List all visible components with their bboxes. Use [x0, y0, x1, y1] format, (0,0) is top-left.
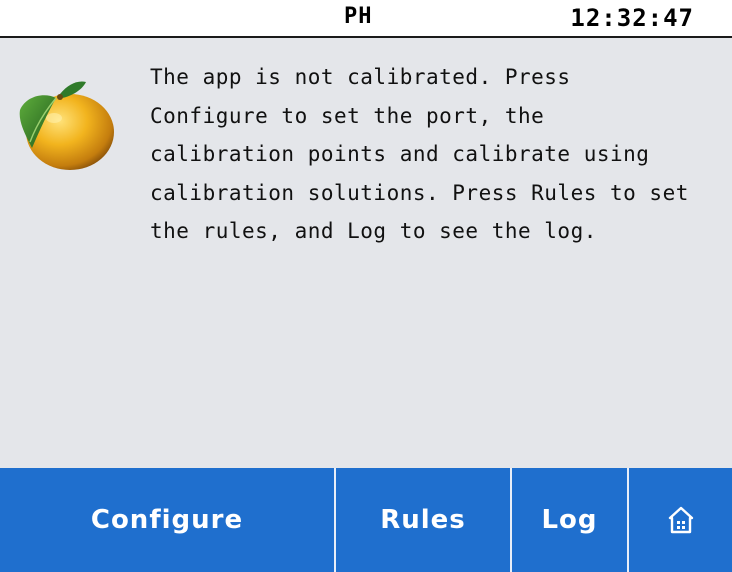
configure-button[interactable]: Configure [0, 468, 336, 572]
log-button[interactable]: Log [512, 468, 629, 572]
status-bar: PH 12:32:47 [0, 0, 732, 38]
message-line: The app is not calibrated. Press [150, 65, 571, 89]
calibration-message: The app is not calibrated. Press Configu… [150, 58, 720, 251]
message-line: Configure to set the port, the [150, 103, 545, 128]
home-button[interactable] [629, 468, 732, 572]
app-title: PH [344, 4, 373, 29]
home-icon [668, 506, 693, 534]
message-line: calibration solutions. Press Rules to se… [150, 180, 689, 205]
rules-button[interactable]: Rules [336, 468, 512, 572]
message-line: calibration points and calibrate using [150, 142, 650, 166]
lemon-icon [19, 81, 114, 170]
main-content: The app is not calibrated. Press Configu… [0, 38, 732, 468]
clock: 12:32:47 [570, 4, 694, 32]
message-line: the rules, and Log to see the log. [150, 219, 597, 243]
bottom-toolbar: Configure Rules Log [0, 468, 732, 572]
